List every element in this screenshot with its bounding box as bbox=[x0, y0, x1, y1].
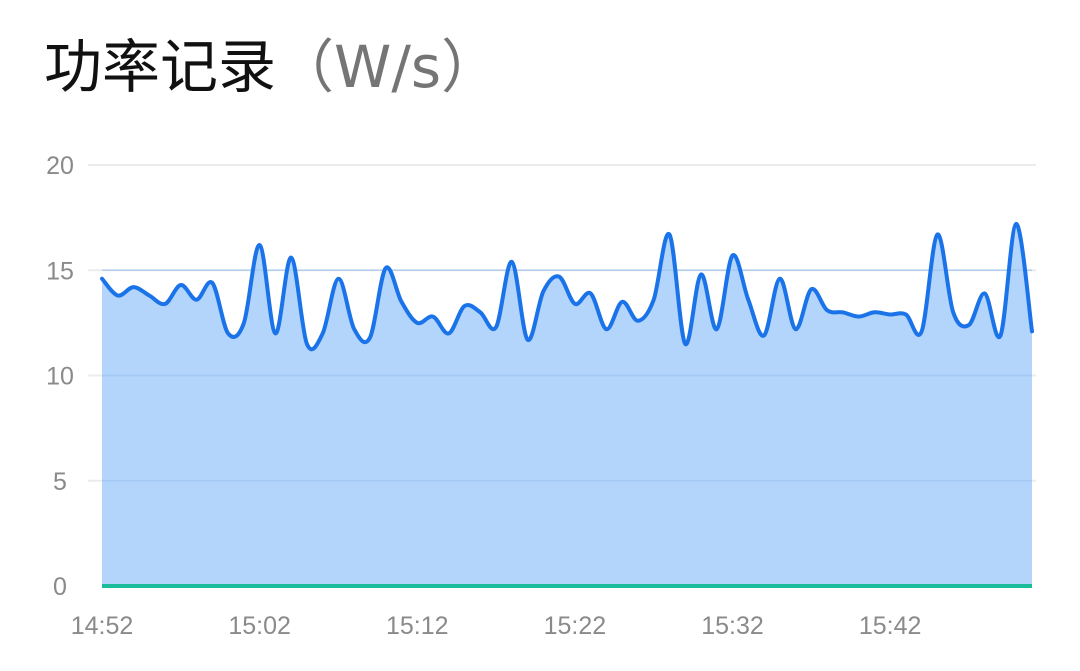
y-tick-label-20: 20 bbox=[46, 152, 74, 180]
x-tick-label-1532: 15:32 bbox=[701, 612, 764, 640]
x-tick-label-1452: 14:52 bbox=[71, 612, 134, 640]
series-area bbox=[102, 223, 1032, 586]
x-tick-label-1502: 15:02 bbox=[228, 612, 291, 640]
power-chart: 0 5 10 15 20 14:52 15:02 15:12 15:22 15:32 15:42 bbox=[46, 152, 1036, 640]
y-tick-label-5: 5 bbox=[53, 468, 67, 496]
y-tick-label-0: 0 bbox=[53, 573, 67, 601]
y-tick-label-15: 15 bbox=[46, 257, 74, 285]
x-tick-label-1512: 15:12 bbox=[386, 612, 449, 640]
y-tick-label-10: 10 bbox=[46, 363, 74, 391]
x-tick-label-1522: 15:22 bbox=[544, 612, 607, 640]
x-tick-label-1542: 15:42 bbox=[859, 612, 922, 640]
